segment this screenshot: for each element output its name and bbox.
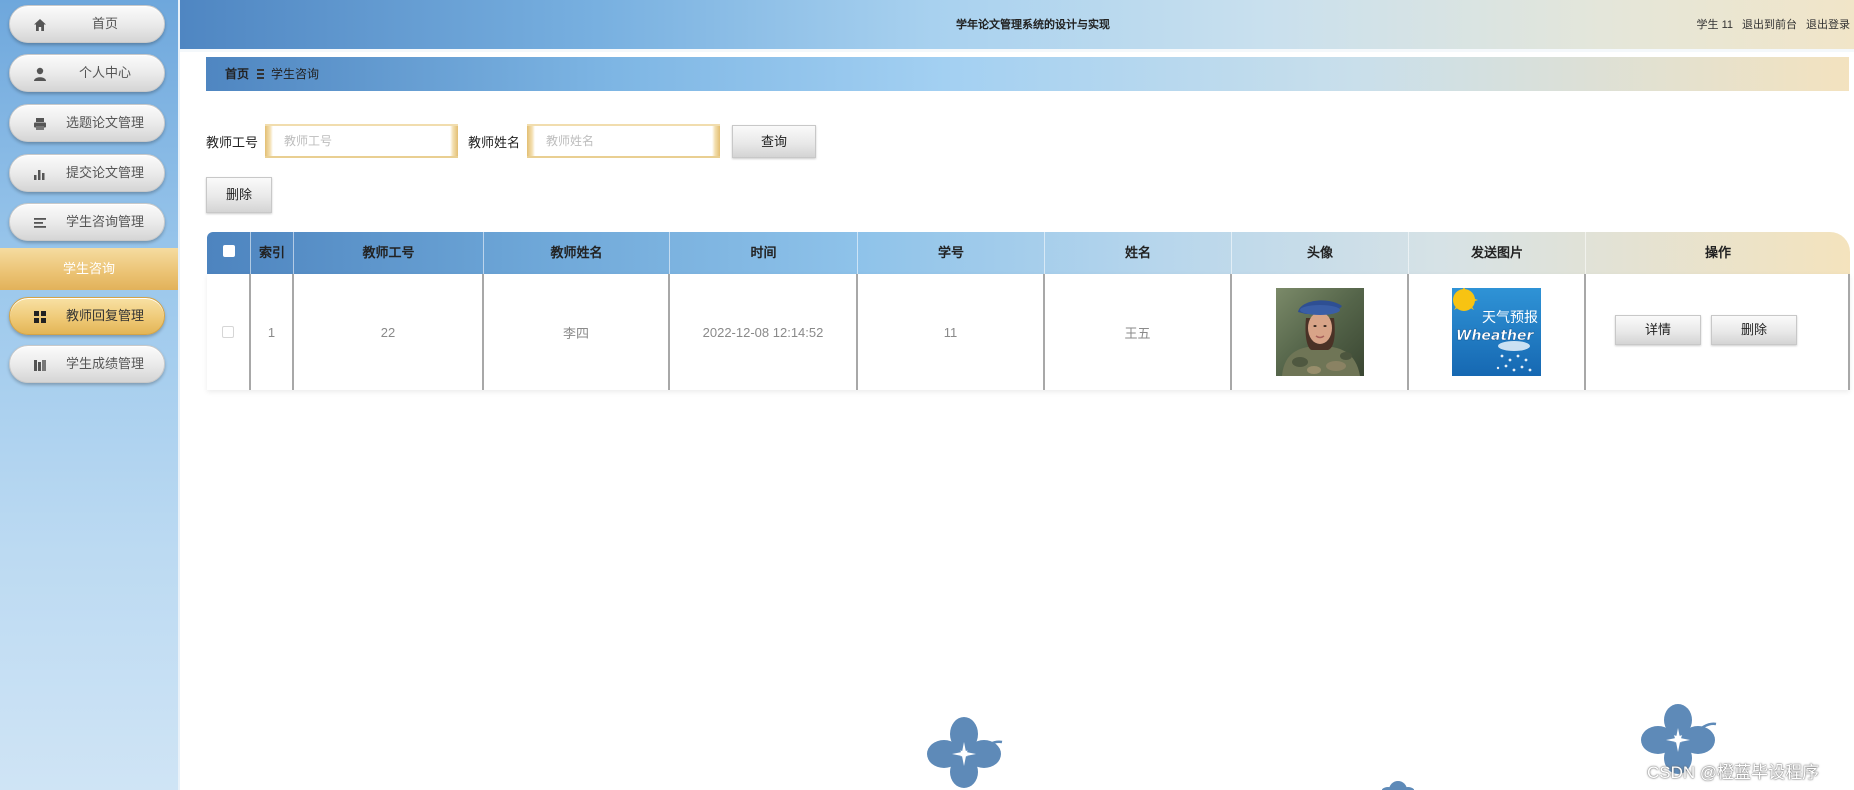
bars-icon bbox=[34, 360, 46, 371]
avatar-image[interactable] bbox=[1275, 288, 1364, 376]
logout-link[interactable]: 退出登录 bbox=[1806, 0, 1850, 50]
column-header: 操作 bbox=[1704, 245, 1731, 260]
sidebar-item-label: 提交论文管理 bbox=[65, 165, 144, 180]
sidebar-item-teacher-reply[interactable]: 教师回复管理 bbox=[9, 297, 165, 335]
detail-button[interactable]: 详情 bbox=[1615, 315, 1701, 345]
batch-delete-button[interactable]: 删除 bbox=[206, 177, 272, 213]
column-header: 教师姓名 bbox=[484, 232, 670, 274]
consult-table: 索引 教师工号 教师姓名 时间 学号 姓名 头像 发送图片 操作 1 22 李四… bbox=[207, 232, 1850, 390]
table-body: 1 22 李四 2022-12-08 12:14:52 11 王五 天气预报 W… bbox=[207, 274, 1850, 390]
sidebar-item-consult-manage[interactable]: 学生咨询管理 bbox=[9, 203, 165, 241]
row-actions: 详情 删除 bbox=[1586, 274, 1848, 390]
sidebar-item-label: 选题论文管理 bbox=[65, 115, 144, 130]
grid-icon bbox=[34, 311, 46, 323]
column-header: 时间 bbox=[670, 232, 858, 274]
table-header: 索引 教师工号 教师姓名 时间 学号 姓名 头像 发送图片 操作 bbox=[207, 232, 1850, 274]
cell-index: 1 bbox=[251, 274, 294, 390]
select-all-checkbox[interactable] bbox=[222, 245, 235, 257]
sidebar-item-home[interactable]: 首页 bbox=[9, 5, 165, 43]
cell-operations: 详情 删除 bbox=[1586, 274, 1850, 390]
teacher-name-label: 教师姓名 bbox=[468, 135, 521, 150]
sidebar-item-topic-papers[interactable]: 选题论文管理 bbox=[9, 104, 165, 142]
select-all-cell bbox=[207, 232, 251, 274]
cell-time: 2022-12-08 12:14:52 bbox=[670, 274, 858, 390]
sidebar: 首页 个人中心 选题论文管理 提交论文管理 学生咨询管理 学生咨询 教师回复管理… bbox=[0, 0, 180, 790]
sidebar-item-label: 首页 bbox=[91, 16, 118, 31]
teacher-id-input[interactable] bbox=[265, 124, 458, 158]
top-header: 学年论文管理系统的设计与实现 学生 11 退出到前台 退出登录 bbox=[180, 0, 1854, 52]
sent-image-weather[interactable]: 天气预报 Wheather bbox=[1452, 288, 1541, 376]
row-checkbox[interactable] bbox=[222, 326, 234, 338]
cell-teacher-name: 李四 bbox=[484, 274, 670, 390]
teacher-name-input[interactable] bbox=[527, 124, 720, 158]
home-icon bbox=[34, 19, 46, 31]
bar-chart-icon bbox=[34, 170, 45, 180]
clover-flower-icon bbox=[1382, 781, 1414, 790]
sidebar-item-label: 教师回复管理 bbox=[65, 308, 144, 323]
back-to-front-link[interactable]: 退出到前台 bbox=[1742, 0, 1797, 50]
cell-teacher-id: 22 bbox=[294, 274, 484, 390]
current-user: 学生 11 bbox=[1696, 19, 1733, 31]
sidebar-item-label: 学生咨询管理 bbox=[65, 214, 144, 229]
column-header: 学号 bbox=[858, 232, 1045, 274]
breadcrumb-current: 学生咨询 bbox=[271, 67, 320, 81]
breadcrumb: 首页 学生咨询 bbox=[206, 57, 1849, 91]
sidebar-item-label: 学生成绩管理 bbox=[65, 356, 144, 371]
teacher-id-label: 教师工号 bbox=[206, 135, 259, 150]
cell-sent-image: 天气预报 Wheather bbox=[1409, 274, 1586, 390]
column-header: 教师工号 bbox=[294, 232, 484, 274]
column-header: 头像 bbox=[1232, 232, 1409, 274]
menu-icon bbox=[257, 69, 264, 79]
app-title: 学年论文管理系统的设计与实现 bbox=[956, 19, 1110, 31]
header-links: 学生 11 退出到前台 退出登录 bbox=[1697, 0, 1850, 50]
clover-flower-icon bbox=[927, 717, 1003, 788]
sidebar-item-label: 个人中心 bbox=[78, 65, 131, 80]
breadcrumb-home[interactable]: 首页 bbox=[225, 57, 249, 91]
cell-student-id: 11 bbox=[858, 274, 1045, 390]
cell-name: 王五 bbox=[1045, 274, 1232, 390]
column-header: 发送图片 bbox=[1409, 232, 1586, 274]
row-select-cell bbox=[207, 274, 251, 390]
table-row: 1 22 李四 2022-12-08 12:14:52 11 王五 天气预报 W… bbox=[207, 274, 1850, 390]
weather-image-title: 天气预报 bbox=[1482, 310, 1538, 326]
column-header: 索引 bbox=[251, 232, 294, 274]
list-icon bbox=[34, 218, 46, 228]
sidebar-item-profile[interactable]: 个人中心 bbox=[9, 54, 165, 92]
user-icon bbox=[34, 67, 46, 81]
column-header: 姓名 bbox=[1045, 232, 1232, 274]
row-delete-button[interactable]: 删除 bbox=[1711, 315, 1797, 345]
printer-icon bbox=[34, 118, 46, 130]
weather-image-caption: Wheather bbox=[1456, 328, 1535, 344]
sidebar-item-grades[interactable]: 学生成绩管理 bbox=[9, 345, 165, 383]
cell-avatar bbox=[1232, 274, 1409, 390]
watermark: CSDN @橙蓝毕设程序 bbox=[1647, 763, 1820, 782]
sidebar-item-submit-papers[interactable]: 提交论文管理 bbox=[9, 154, 165, 192]
query-button[interactable]: 查询 bbox=[732, 125, 816, 158]
sidebar-subitem-student-consult[interactable]: 学生咨询 bbox=[0, 248, 178, 290]
